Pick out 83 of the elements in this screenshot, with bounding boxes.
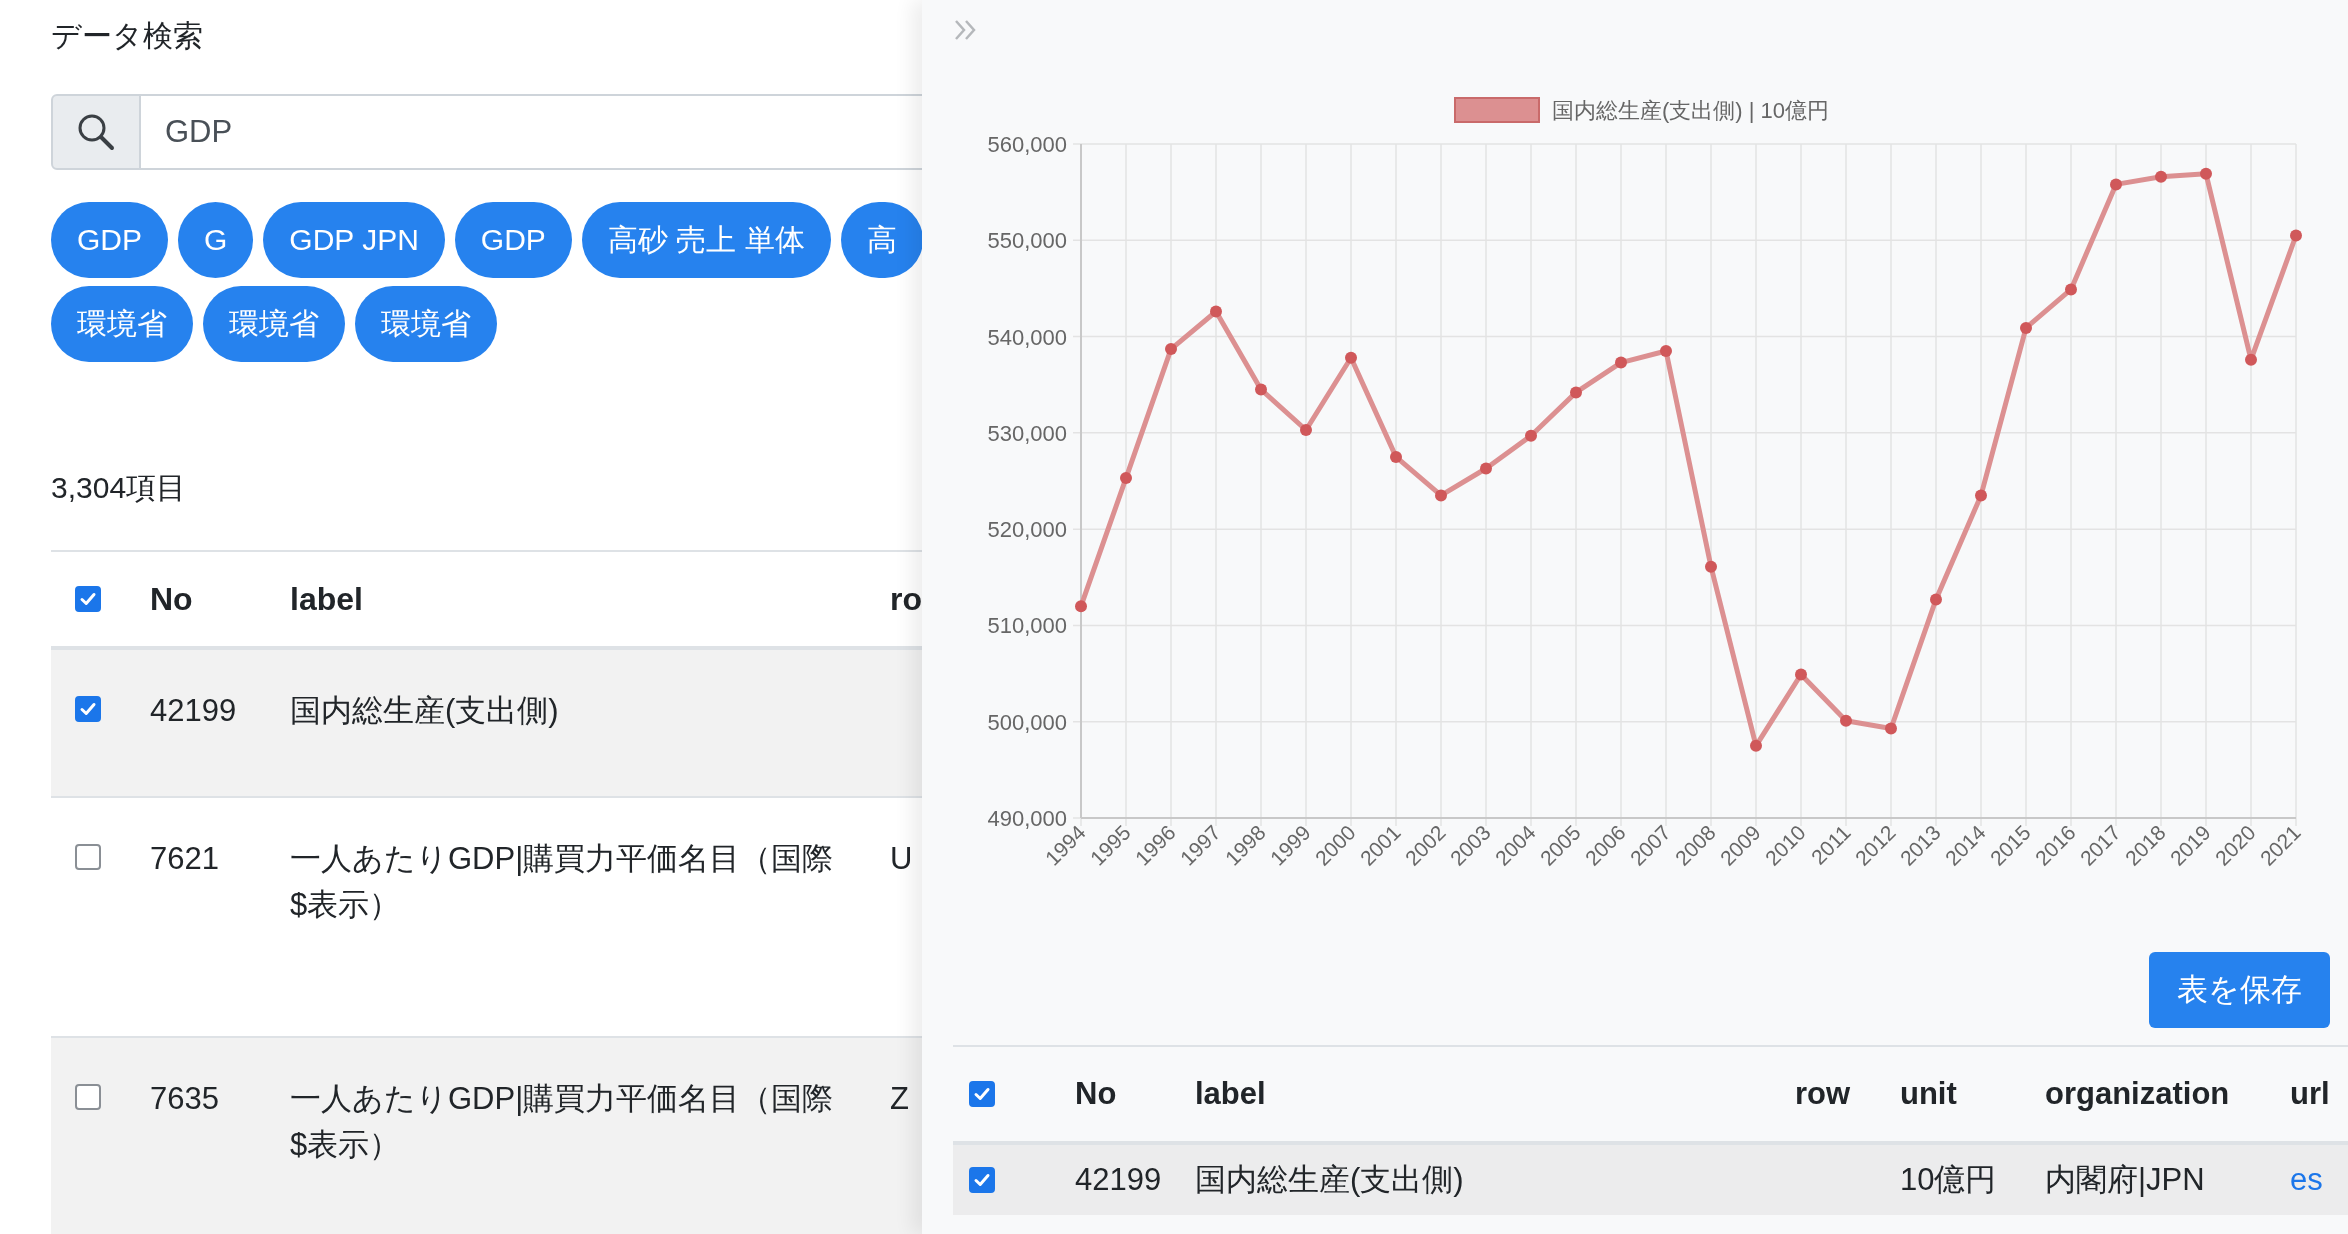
checkbox[interactable] (969, 1167, 995, 1193)
column-header[interactable]: organization (2045, 1076, 2230, 1112)
data-point (1615, 356, 1627, 369)
y-tick-label: 500,000 (987, 709, 1067, 735)
search-tag[interactable]: 環境省 (355, 286, 497, 362)
check-icon (973, 1171, 991, 1189)
checkbox[interactable] (75, 1084, 101, 1110)
data-point (1300, 423, 1312, 436)
y-tick-label: 540,000 (987, 324, 1067, 350)
table-cell-text: 7635 (150, 1080, 219, 1118)
save-table-button[interactable]: 表を保存 (2149, 952, 2330, 1028)
legend-swatch[interactable] (1454, 97, 1540, 123)
search-tag[interactable]: G (178, 202, 254, 278)
data-point (1795, 668, 1807, 681)
data-point (1975, 489, 1987, 502)
checkbox[interactable] (75, 844, 101, 870)
data-point (1660, 345, 1672, 357)
table-cell-text: 国内総生産(支出側) (1195, 1161, 1464, 1199)
table-cell-text: 内閣府|JPN (2045, 1161, 2205, 1199)
table-cell-text: Z (890, 1080, 909, 1118)
data-point (1525, 429, 1537, 442)
y-tick-label: 550,000 (987, 228, 1067, 254)
column-header[interactable]: No (1075, 1076, 1117, 1112)
table-cell-text: 7621 (150, 840, 219, 878)
search-tag[interactable]: 環境省 (51, 286, 193, 362)
table-cell-text: U (890, 840, 913, 878)
search-icon[interactable] (51, 94, 141, 170)
y-tick-label: 510,000 (987, 613, 1067, 639)
legend-label: 国内総生産(支出側) | 10億円 (1552, 98, 1830, 123)
table-cell-text: 10億円 (1900, 1161, 1997, 1199)
checkbox[interactable] (75, 586, 101, 612)
data-point (1120, 472, 1132, 485)
data-point (1345, 351, 1357, 364)
checkbox[interactable] (969, 1081, 995, 1107)
data-point (1210, 305, 1222, 318)
search-field[interactable]: GDP (141, 94, 922, 170)
search-tag[interactable]: 環境省 (203, 286, 345, 362)
data-point (1480, 462, 1492, 475)
data-point (1930, 593, 1942, 606)
data-point (1840, 714, 1852, 727)
page-title: データ検索 (51, 18, 203, 54)
data-point (1165, 343, 1177, 356)
data-point (1570, 386, 1582, 399)
data-point (1750, 739, 1762, 752)
column-header[interactable]: label (1195, 1076, 1266, 1112)
data-point (1390, 450, 1402, 463)
table-cell: 42199 (1075, 1162, 1162, 1198)
url-link[interactable]: es (2290, 1162, 2323, 1198)
column-header[interactable]: url (2290, 1076, 2330, 1112)
table-cell-text: 国内総生産(支出側) (290, 692, 559, 730)
data-point (2020, 321, 2032, 334)
check-icon (79, 590, 97, 608)
column-header[interactable]: row (1794, 1076, 1850, 1112)
data-point (2065, 283, 2077, 296)
y-tick-label: 530,000 (987, 420, 1067, 446)
data-point (2200, 167, 2212, 180)
check-icon (973, 1085, 991, 1103)
column-header[interactable]: label (290, 580, 363, 618)
data-point (1435, 489, 1447, 502)
table-cell-text: 一人あたりGDP|購買力平価名目（国際$表示） (290, 840, 835, 924)
data-point (2290, 229, 2302, 242)
search-tag[interactable]: GDP JPN (263, 202, 445, 278)
data-point (2245, 353, 2257, 366)
data-point (1885, 722, 1897, 735)
checkbox[interactable] (75, 696, 101, 722)
column-header[interactable]: No (150, 580, 193, 618)
y-tick-label: 520,000 (987, 517, 1067, 543)
search-tag[interactable]: GDP (454, 202, 572, 278)
column-header[interactable]: ro (890, 580, 922, 618)
result-count: 3,304項目 (51, 470, 187, 506)
table-cell-text: 一人あたりGDP|購買力平価名目（国際$表示） (290, 1080, 835, 1164)
data-point (1255, 383, 1267, 396)
data-point (1705, 560, 1717, 573)
data-point (1075, 600, 1087, 613)
search-tag[interactable]: 高 (840, 202, 922, 278)
search-tag[interactable]: 高砂 売上 単体 (581, 202, 831, 278)
data-point (2110, 178, 2122, 191)
data-point (2155, 170, 2167, 183)
table-cell-text: 42199 (150, 692, 237, 730)
y-tick-label: 560,000 (987, 132, 1067, 157)
check-icon (79, 700, 97, 718)
column-header[interactable]: unit (1900, 1076, 1957, 1112)
search-tag[interactable]: GDP (51, 202, 168, 278)
